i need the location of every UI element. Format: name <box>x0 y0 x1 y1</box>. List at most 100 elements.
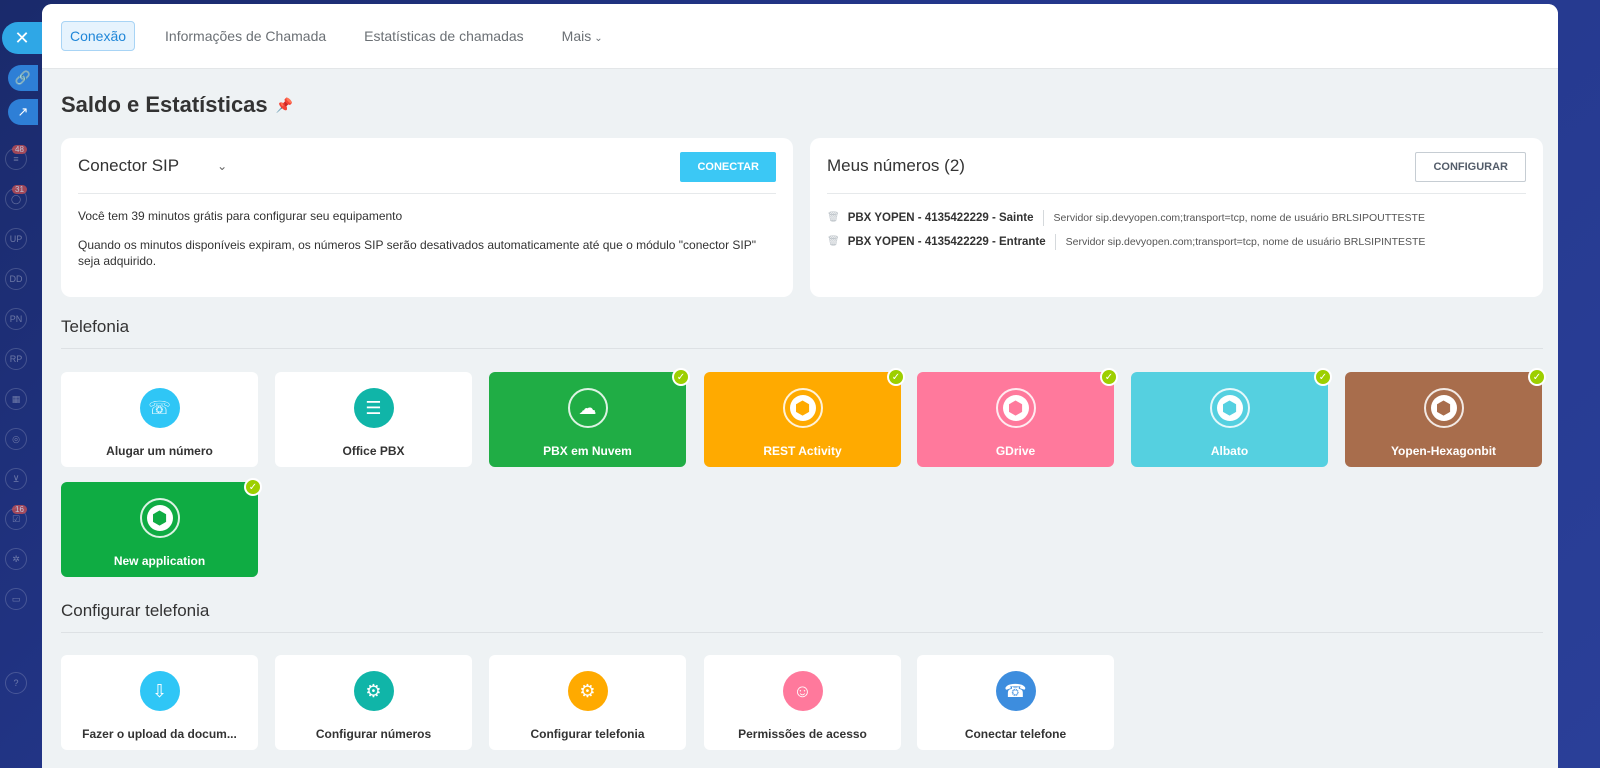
page-title: Saldo e Estatísticas <box>61 92 268 117</box>
tile-label: REST Activity <box>763 444 842 458</box>
slider-panel: Conexão Informações de Chamada Estatísti… <box>42 4 1558 768</box>
list-item[interactable]: 🗑 PBX YOPEN - 4135422229 - Sainte Servid… <box>827 210 1526 226</box>
telephony-settings-icon: ⚙ <box>567 671 608 711</box>
tile-label: Fazer o upload da docum... <box>82 727 237 741</box>
tile-label: GDrive <box>995 444 1036 458</box>
divider <box>61 348 1543 349</box>
divider <box>61 632 1543 633</box>
rail-badge: 16 <box>12 505 27 514</box>
connect-phone-icon: ☎ <box>995 671 1036 711</box>
box-icon: ⬢ <box>139 498 180 538</box>
sip-card-header: Conector SIP ⌄ <box>78 138 776 194</box>
tile-new-application[interactable]: ⬢ New application ✓ <box>61 478 262 577</box>
avatar[interactable]: DD <box>5 268 27 290</box>
tab-informacoes-chamada[interactable]: Informações de Chamada <box>157 22 334 50</box>
rail-badge: 31 <box>12 185 27 194</box>
tile-label: Permissões de acesso <box>738 727 867 741</box>
tab-estatisticas[interactable]: Estatísticas de chamadas <box>356 22 532 50</box>
link-icon: 🔗 <box>14 70 32 85</box>
numbers-card-title: Meus números (2) <box>827 155 965 175</box>
rail-badge: 48 <box>12 145 27 154</box>
tile-label: Configurar telefonia <box>530 727 645 741</box>
telefonia-title: Telefonia <box>61 317 130 336</box>
tile-label: PBX em Nuvem <box>543 444 632 458</box>
tile-label: New application <box>113 554 206 568</box>
trash-icon[interactable]: 🗑 <box>827 234 840 250</box>
expiry-text: Quando os minutos disponíveis expiram, o… <box>78 238 757 268</box>
page-title-wrap: Saldo e Estatísticas 📌 <box>61 92 293 118</box>
tile-access-permissions[interactable]: ☺ Permissões de acesso <box>704 655 901 750</box>
upload-document-icon: ⇩ <box>139 671 180 711</box>
list-item[interactable]: 🗑 PBX YOPEN - 4135422229 - Entrante Serv… <box>827 234 1526 250</box>
sip-connector-card: Conector SIP ⌄ CONECTAR Você tem 39 minu… <box>61 138 793 297</box>
installed-check-icon: ✓ <box>1528 368 1546 386</box>
trash-icon[interactable]: 🗑 <box>827 210 840 226</box>
pbx-icon: ☰ <box>353 388 394 428</box>
tile-label: Conectar telefone <box>964 727 1067 741</box>
tile-alugar-numero[interactable]: ☏ Alugar um número <box>61 372 258 467</box>
installed-check-icon: ✓ <box>672 368 690 386</box>
window-icon[interactable]: ▭ <box>5 588 27 610</box>
installed-check-icon: ✓ <box>244 478 262 496</box>
settings-icon[interactable]: ✲ <box>5 548 27 570</box>
avatar[interactable]: PN <box>5 308 27 330</box>
number-server: Servidor sip.devyopen.com;transport=tcp,… <box>1053 212 1425 224</box>
left-rail: ✕ 🔗 ↗ ≡ 48 ◯ 31 UP DD PN RP ▦ ◎ ⊻ ☑ 16 ✲… <box>0 0 44 768</box>
config-title: Configurar telefonia <box>61 601 210 620</box>
box-icon: ⬢ <box>1423 388 1464 428</box>
tile-yopen-hexagonbit[interactable]: ⬢ Yopen-Hexagonbit ✓ <box>1345 368 1546 467</box>
copy-link-button[interactable]: 🔗 <box>8 65 38 91</box>
number-name: PBX YOPEN - 4135422229 - Entrante <box>848 234 1056 250</box>
access-permissions-icon: ☺ <box>782 671 823 711</box>
tile-connect-phone[interactable]: ☎ Conectar telefone <box>917 655 1114 750</box>
installed-check-icon: ✓ <box>887 368 905 386</box>
sip-card-title: Conector SIP <box>78 155 180 175</box>
numbers-list: 🗑 PBX YOPEN - 4135422229 - Sainte Servid… <box>827 210 1526 258</box>
avatar[interactable]: UP <box>5 228 27 250</box>
help-icon[interactable]: ? <box>5 672 27 694</box>
sip-card-body: Você tem 39 minutos grátis para configur… <box>78 208 776 282</box>
external-link-icon: ↗ <box>17 104 29 119</box>
free-minutes-text: Você tem 39 minutos grátis para configur… <box>78 209 403 223</box>
tab-conexao[interactable]: Conexão <box>61 21 136 51</box>
tile-albato[interactable]: ⬢ Albato ✓ <box>1131 368 1332 467</box>
tile-label: Office PBX <box>342 444 405 458</box>
tile-office-pbx[interactable]: ☰ Office PBX <box>275 372 472 467</box>
avatar[interactable]: RP <box>5 348 27 370</box>
tab-mais[interactable]: Mais ⌄ <box>554 22 611 50</box>
tile-label: Albato <box>1210 444 1249 458</box>
number-name: PBX YOPEN - 4135422229 - Sainte <box>848 210 1044 226</box>
cloud-pbx-icon: ☁ <box>567 388 608 428</box>
tile-rest-activity[interactable]: ⬢ REST Activity ✓ <box>704 368 905 467</box>
tile-label: Yopen-Hexagonbit <box>1390 444 1497 458</box>
phone-dollar-icon: ☏ <box>139 388 180 428</box>
box-icon: ⬢ <box>995 388 1036 428</box>
tile-upload-documents[interactable]: ⇩ Fazer o upload da docum... <box>61 655 258 750</box>
box-icon: ⬢ <box>1209 388 1250 428</box>
building-icon[interactable]: ▦ <box>5 388 27 410</box>
open-new-window-button[interactable]: ↗ <box>8 99 38 125</box>
chevron-down-icon: ⌄ <box>594 33 603 44</box>
pin-icon[interactable]: 📌 <box>276 97 293 114</box>
target-icon[interactable]: ◎ <box>5 428 27 450</box>
tile-configure-numbers[interactable]: ⚙ Configurar números <box>275 655 472 750</box>
configure-button[interactable]: CONFIGURAR <box>1415 152 1526 182</box>
number-server: Servidor sip.devyopen.com;transport=tcp,… <box>1065 236 1426 248</box>
close-icon: ✕ <box>14 27 30 48</box>
tile-configure-telephony[interactable]: ⚙ Configurar telefonia <box>489 655 686 750</box>
chevron-down-icon[interactable]: ⌄ <box>217 159 227 173</box>
my-numbers-card: Meus números (2) CONFIGURAR 🗑 PBX YOPEN … <box>810 138 1543 297</box>
numbers-settings-icon: ⚙ <box>353 671 394 711</box>
connect-button[interactable]: CONECTAR <box>680 152 776 182</box>
close-slider-button[interactable]: ✕ <box>2 22 42 54</box>
installed-check-icon: ✓ <box>1314 368 1332 386</box>
cart-icon[interactable]: ⊻ <box>5 468 27 490</box>
box-icon: ⬢ <box>782 388 823 428</box>
tile-pbx-nuvem[interactable]: ☁ PBX em Nuvem ✓ <box>489 368 690 467</box>
tile-gdrive[interactable]: ⬢ GDrive ✓ <box>917 368 1118 467</box>
installed-check-icon: ✓ <box>1100 368 1118 386</box>
tab-mais-label: Mais <box>561 28 592 44</box>
tile-label: Configurar números <box>315 727 432 741</box>
tile-label: Alugar um número <box>106 444 213 458</box>
tab-bar: Conexão Informações de Chamada Estatísti… <box>42 4 1558 69</box>
